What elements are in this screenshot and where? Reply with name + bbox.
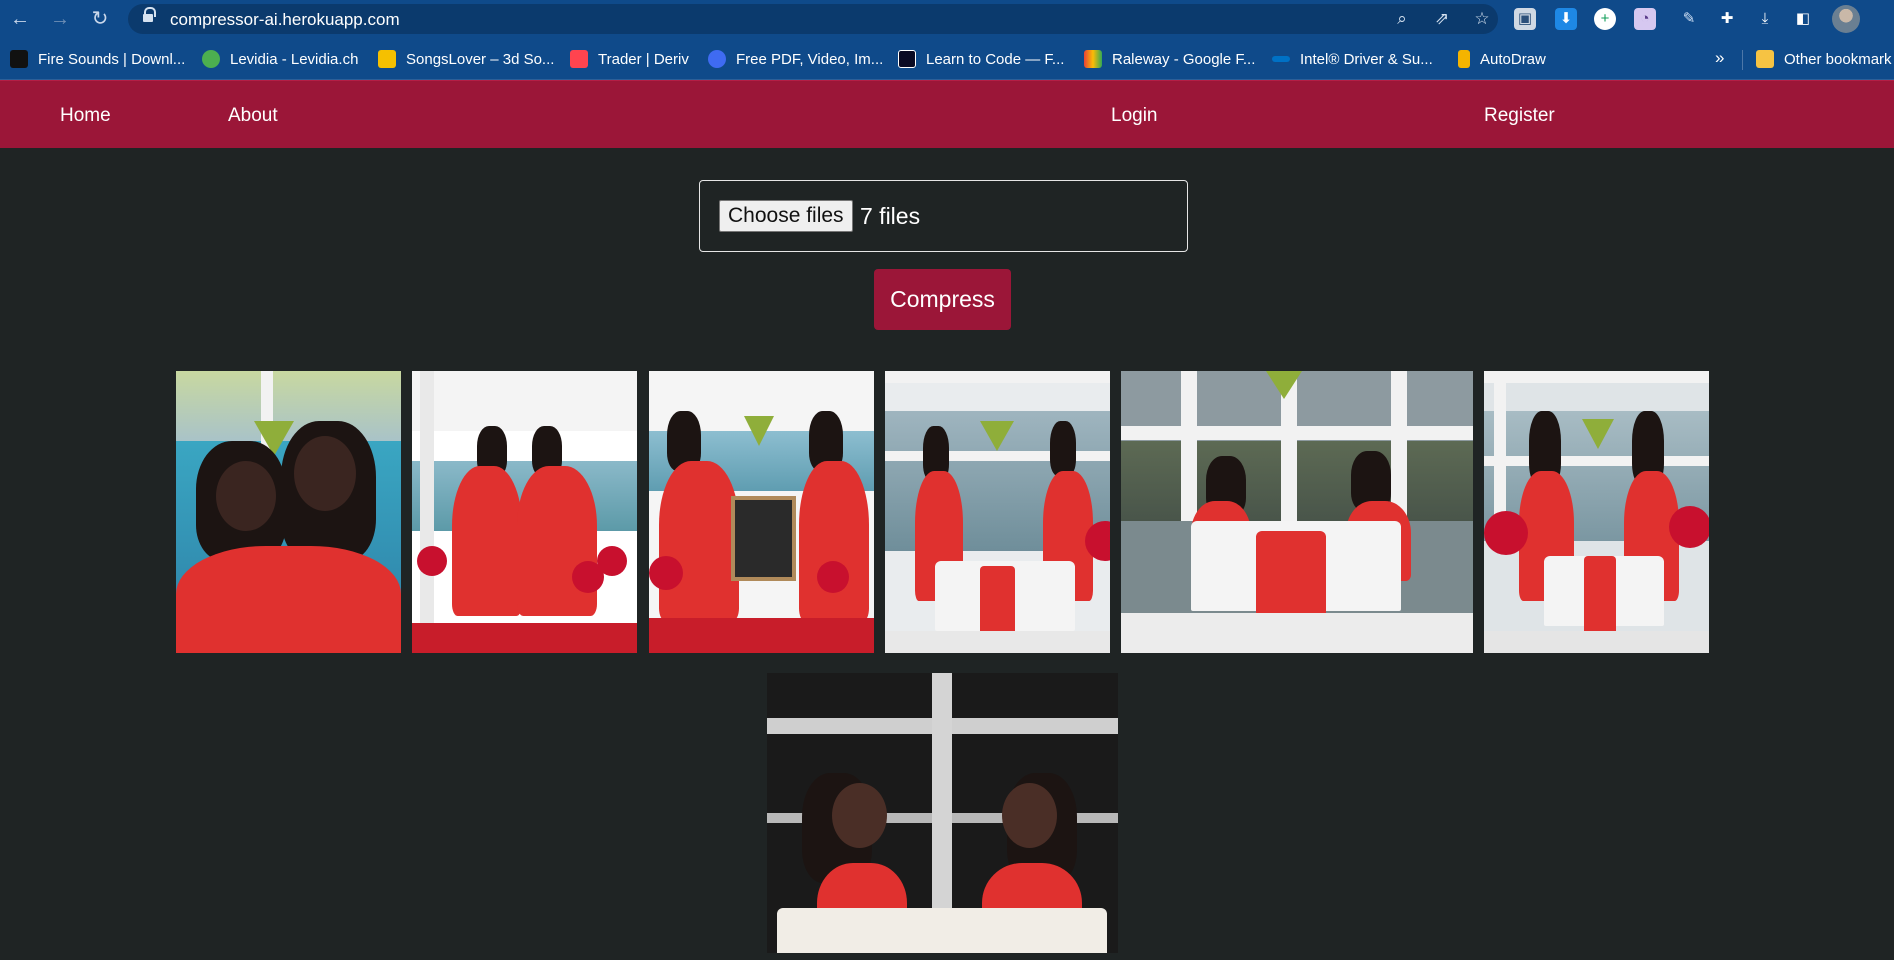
bookmarks-bar: Fire Sounds | Downl... Levidia - Levidia… xyxy=(0,38,1894,80)
extension-download-icon[interactable]: ⬇ xyxy=(1555,8,1577,30)
extension-picker-icon[interactable]: ✎ xyxy=(1678,8,1700,30)
bookmark-favicon-icon xyxy=(10,50,28,68)
browser-toolbar: ← → ↻ compressor-ai.herokuapp.com ⌕ ⇗ ☆ … xyxy=(0,0,1894,38)
gallery-photo xyxy=(176,371,401,653)
selected-file-count: 7 files xyxy=(860,203,921,229)
bookmark-favicon-icon xyxy=(1084,50,1102,68)
other-bookmarks-folder[interactable]: Other bookmark xyxy=(1756,48,1892,70)
folder-icon xyxy=(1756,50,1774,68)
bookmark-item[interactable]: SongsLover – 3d So... xyxy=(378,48,554,70)
extension-translate-icon[interactable]: ▣ xyxy=(1514,8,1536,30)
downloads-icon[interactable]: ⤓ xyxy=(1754,8,1776,30)
bookmark-label: Levidia - Levidia.ch xyxy=(230,50,359,68)
gallery-photo xyxy=(649,371,874,653)
side-panel-icon[interactable]: ◧ xyxy=(1792,8,1814,30)
bookmark-item[interactable]: Learn to Code — F... xyxy=(898,48,1064,70)
nav-register-link[interactable]: Register xyxy=(1484,105,1555,127)
bookmark-label: Learn to Code — F... xyxy=(926,50,1065,68)
gallery-photo xyxy=(885,371,1110,653)
forward-icon[interactable]: → xyxy=(48,7,72,31)
extension-plus-icon[interactable]: + xyxy=(1594,8,1616,30)
bookmark-favicon-icon xyxy=(202,50,220,68)
nav-home-link[interactable]: Home xyxy=(60,105,111,127)
bookmark-label: Fire Sounds | Downl... xyxy=(38,50,186,68)
profile-avatar[interactable] xyxy=(1832,5,1860,33)
gallery-photo xyxy=(1121,371,1473,653)
bookmark-item[interactable]: Fire Sounds | Downl... xyxy=(10,48,185,70)
reload-icon[interactable]: ↻ xyxy=(88,7,112,31)
file-upload-field[interactable]: Choose files 7 files xyxy=(699,180,1188,252)
nav-about-link[interactable]: About xyxy=(228,105,278,127)
bookmark-item[interactable]: AutoDraw xyxy=(1458,48,1546,70)
bookmark-label: SongsLover – 3d So... xyxy=(406,50,555,68)
lock-icon xyxy=(143,7,156,24)
other-bookmarks-label: Other bookmark xyxy=(1784,50,1892,68)
site-navbar: Home About Login Register xyxy=(0,80,1894,148)
bookmark-item[interactable]: Raleway - Google F... xyxy=(1084,48,1255,70)
nav-login-link[interactable]: Login xyxy=(1111,105,1158,127)
bookmark-favicon-icon xyxy=(378,50,396,68)
bookmark-label: Intel® Driver & Su... xyxy=(1300,50,1433,68)
gallery-photo xyxy=(412,371,637,653)
back-icon[interactable]: ← xyxy=(8,7,32,31)
address-bar[interactable]: compressor-ai.herokuapp.com ⌕ ⇗ ☆ xyxy=(128,4,1498,34)
bookmark-label: Free PDF, Video, Im... xyxy=(736,50,884,68)
bookmarks-divider xyxy=(1742,50,1743,70)
bookmark-favicon-icon xyxy=(898,50,916,68)
bookmark-label: AutoDraw xyxy=(1480,50,1546,68)
bookmark-favicon-icon xyxy=(570,50,588,68)
extension-cat-icon[interactable]: ◔ xyxy=(1634,8,1656,30)
bookmark-favicon-icon xyxy=(1458,50,1470,68)
bookmark-item[interactable]: Intel® Driver & Su... xyxy=(1272,48,1433,70)
bookmark-label: Trader | Deriv xyxy=(598,50,689,68)
gallery-photo xyxy=(1484,371,1709,653)
compress-button[interactable]: Compress xyxy=(874,269,1011,330)
bookmark-star-icon[interactable]: ☆ xyxy=(1471,8,1493,30)
bookmark-favicon-icon xyxy=(1272,56,1290,62)
url-text: compressor-ai.herokuapp.com xyxy=(170,10,400,29)
gallery-photo xyxy=(767,673,1118,953)
bookmark-item[interactable]: Free PDF, Video, Im... xyxy=(708,48,883,70)
choose-files-button[interactable]: Choose files xyxy=(719,200,853,232)
bookmark-item[interactable]: Trader | Deriv xyxy=(570,48,689,70)
bookmark-item[interactable]: Levidia - Levidia.ch xyxy=(202,48,358,70)
bookmarks-overflow-button[interactable]: » xyxy=(1715,48,1724,68)
bookmark-label: Raleway - Google F... xyxy=(1112,50,1256,68)
zoom-icon[interactable]: ⌕ xyxy=(1391,8,1413,30)
share-icon[interactable]: ⇗ xyxy=(1431,8,1453,30)
bookmark-favicon-icon xyxy=(708,50,726,68)
extensions-puzzle-icon[interactable]: ✚ xyxy=(1716,8,1738,30)
